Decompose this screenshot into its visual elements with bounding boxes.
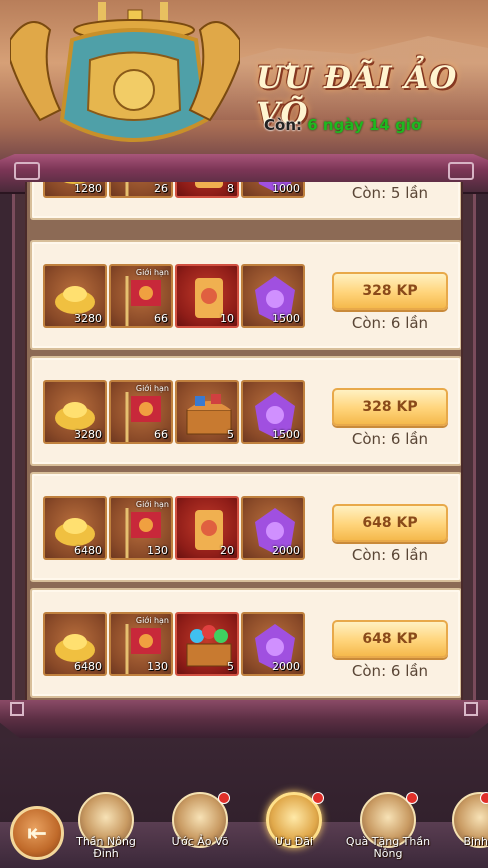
nav-item-binh[interactable]: Binh (436, 780, 488, 868)
frame-bottom-bar (0, 700, 488, 738)
buy-button[interactable]: 328 KP (332, 388, 448, 426)
banner-item[interactable]: Giới hạn 66 (109, 264, 173, 328)
nav-item-label: Binh (463, 835, 488, 848)
nav-item-qua-tang-than-nong[interactable]: Quà Tặng Thần Nông (344, 780, 432, 868)
banner-item[interactable]: Giới hạn 130 (109, 612, 173, 676)
frame-ornament-right (448, 162, 474, 180)
event-remaining-time: Còn: 6 ngày 14 giờ (264, 116, 421, 134)
item-quantity: 5 (227, 428, 234, 441)
purple-gem-item[interactable]: 2000 (241, 612, 305, 676)
item-quantity: 66 (154, 428, 168, 441)
item-quantity: 2000 (272, 660, 300, 673)
item-quantity: 1500 (272, 428, 300, 441)
gold-ingot-item[interactable]: 3280 (43, 380, 107, 444)
item-quantity: 5 (227, 660, 234, 673)
item-quantity: 26 (154, 182, 168, 195)
item-quantity: 8 (227, 182, 234, 195)
offer-row: 6480 Giới hạn 130 5 2000 648 KP Còn: 6 l… (30, 588, 461, 698)
item-quantity: 1000 (272, 182, 300, 195)
frame-corner-right (464, 702, 478, 716)
gold-ingot-item[interactable]: 6480 (43, 612, 107, 676)
item-quantity: 6480 (74, 660, 102, 673)
offer-row: 1280 26 8 1000 Còn: 5 lần (30, 182, 461, 220)
gold-ingot-item[interactable]: 6480 (43, 496, 107, 560)
banner-item[interactable]: 26 (109, 182, 173, 198)
nav-item-label: Ưu Đãi (274, 835, 314, 848)
limit-tag: Giới hạn (135, 500, 169, 509)
notification-dot (406, 792, 418, 804)
item-quantity: 10 (220, 312, 234, 325)
item-quantity: 3280 (74, 428, 102, 441)
remaining-count: Còn: 6 lần (351, 430, 429, 448)
buy-button[interactable]: 648 KP (332, 504, 448, 542)
nav-item-uu-dai[interactable]: Ưu Đãi (250, 780, 338, 868)
remaining-count: Còn: 6 lần (351, 662, 429, 680)
nav-item-uoc-ao-vo[interactable]: Ước Ảo Võ (156, 780, 244, 868)
treasure-chest-item[interactable]: 5 (175, 380, 239, 444)
buy-button[interactable]: 328 KP (332, 272, 448, 310)
notification-dot (480, 792, 488, 804)
purple-gem-item[interactable]: 1000 (241, 182, 305, 198)
purple-gem-item[interactable]: 2000 (241, 496, 305, 560)
limit-tag: Giới hạn (135, 384, 169, 393)
token-item[interactable]: 20 (175, 496, 239, 560)
item-quantity: 130 (147, 660, 168, 673)
remaining-value: 6 ngày 14 giờ (307, 116, 422, 134)
limit-tag: Giới hạn (135, 616, 169, 625)
item-quantity: 1500 (272, 312, 300, 325)
remaining-label: Còn: (264, 116, 302, 134)
offer-list[interactable]: 1280 26 8 1000 Còn: 5 lần 3280 Giới hạn … (25, 182, 463, 704)
item-quantity: 66 (154, 312, 168, 325)
banner-item[interactable]: Giới hạn 130 (109, 496, 173, 560)
item-quantity: 20 (220, 544, 234, 557)
frame-corner-left (10, 702, 24, 716)
item-quantity: 2000 (272, 544, 300, 557)
buy-button[interactable]: 648 KP (332, 620, 448, 658)
token-item[interactable]: 8 (175, 182, 239, 198)
header-banner: ƯU ĐÃI ẢO VÕ Còn: 6 ngày 14 giờ (0, 0, 488, 180)
item-quantity: 3280 (74, 312, 102, 325)
nav-item-label: Ước Ảo Võ (171, 835, 229, 848)
back-arrow-icon: ⇤ (26, 819, 48, 847)
remaining-count: Còn: 6 lần (351, 314, 429, 332)
purple-gem-item[interactable]: 1500 (241, 380, 305, 444)
nav-item-than-nong-dinh[interactable]: Thần Nông Đỉnh (62, 780, 150, 868)
offer-row: 3280 Giới hạn 66 10 1500 328 KP Còn: 6 l… (30, 240, 461, 350)
offer-row: 3280 Giới hạn 66 5 1500 328 KP Còn: 6 lầ… (30, 356, 461, 466)
limit-tag: Giới hạn (135, 268, 169, 277)
token-item[interactable]: 10 (175, 264, 239, 328)
cauldron-icon (10, 2, 240, 142)
gold-ingot-item[interactable]: 3280 (43, 264, 107, 328)
gold-ingot-item[interactable]: 1280 (43, 182, 107, 198)
nav-item-label: Quà Tặng Thần Nông (345, 835, 431, 860)
item-quantity: 1280 (74, 182, 102, 195)
notification-dot (312, 792, 324, 804)
purple-gem-item[interactable]: 1500 (241, 264, 305, 328)
item-quantity: 130 (147, 544, 168, 557)
back-button[interactable]: ⇤ (10, 806, 64, 860)
item-quantity: 6480 (74, 544, 102, 557)
remaining-count: Còn: 6 lần (351, 546, 429, 564)
offer-row: 6480 Giới hạn 130 20 2000 648 KP Còn: 6 … (30, 472, 461, 582)
frame-ornament-left (14, 162, 40, 180)
notification-dot (218, 792, 230, 804)
banner-item[interactable]: Giới hạn 66 (109, 380, 173, 444)
gem-chest-item[interactable]: 5 (175, 612, 239, 676)
remaining-count: Còn: 5 lần (351, 184, 429, 202)
nav-item-label: Thần Nông Đỉnh (76, 835, 136, 860)
